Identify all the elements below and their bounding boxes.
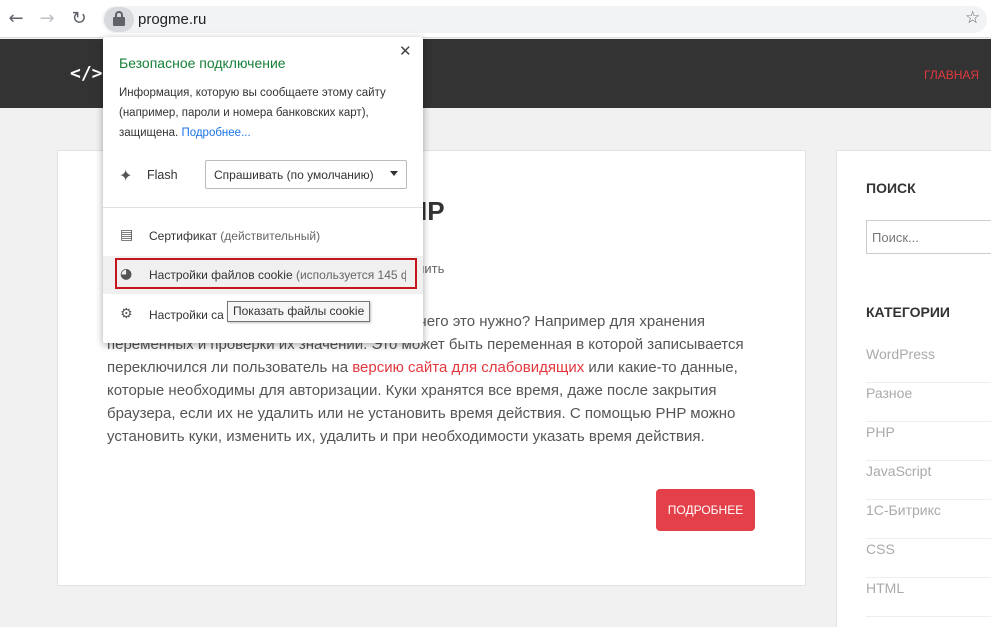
chevron-down-icon <box>390 171 398 176</box>
cookie-row-highlight-box <box>115 258 417 289</box>
connection-info: Информация, которую вы сообщаете этому с… <box>119 87 386 139</box>
nav-link-home[interactable]: ГЛАВНАЯ <box>924 68 979 82</box>
popup-divider <box>103 207 423 208</box>
certificate-status: (действительный) <box>220 229 321 243</box>
read-more-button[interactable]: ПОДРОБНЕЕ <box>656 489 755 531</box>
address-bar[interactable] <box>102 6 987 33</box>
browser-toolbar: ← → ↻ progme.ru ☆ <box>0 0 991 38</box>
connection-secure-title: Безопасное подключение <box>119 55 286 71</box>
categories-heading: КАТЕГОРИИ <box>866 304 950 320</box>
category-link-misc[interactable]: Разное <box>866 383 991 422</box>
gear-icon: ⚙ <box>120 306 133 322</box>
puzzle-icon: ✦ <box>119 166 133 185</box>
site-logo[interactable]: </> <box>70 63 103 84</box>
category-link-bitrix[interactable]: 1С-Битрикс <box>866 500 991 539</box>
forward-icon[interactable]: → <box>37 9 57 29</box>
flash-select-value: Спрашивать (по умолчанию) <box>214 168 374 182</box>
certificate-label: Сертификат <box>149 229 217 243</box>
site-info-button[interactable] <box>104 7 134 32</box>
category-link-javascript[interactable]: JavaScript <box>866 461 991 500</box>
connection-info-text: Информация, которую вы сообщаете этому с… <box>119 83 414 143</box>
cookie-tooltip: Показать файлы cookie <box>227 301 371 322</box>
certificate-icon: ▤ <box>120 227 134 243</box>
certificate-row[interactable]: Сертификат (действительный) <box>149 229 320 243</box>
category-link-css[interactable]: CSS <box>866 539 991 578</box>
accessibility-version-link[interactable]: версию сайта для слабовидящих <box>352 359 584 376</box>
search-input[interactable] <box>866 220 991 254</box>
category-link-html[interactable]: HTML <box>866 578 991 617</box>
site-settings-row[interactable]: Настройки са <box>149 308 224 322</box>
flash-label: Flash <box>147 168 178 182</box>
category-link-wordpress[interactable]: WordPress <box>866 344 991 383</box>
bookmark-star-icon[interactable]: ☆ <box>965 8 980 28</box>
learn-more-link[interactable]: Подробнее... <box>181 127 250 139</box>
search-heading: ПОИСК <box>866 180 916 196</box>
reload-icon[interactable]: ↻ <box>69 9 89 29</box>
post-title[interactable]: IP <box>420 196 445 227</box>
lock-icon-body <box>113 17 125 26</box>
site-info-popup: Безопасное подключение ✕ Информация, кот… <box>103 37 423 343</box>
category-link-php[interactable]: PHP <box>866 422 991 461</box>
close-icon[interactable]: ✕ <box>399 42 412 60</box>
url-text[interactable]: progme.ru <box>138 11 206 28</box>
flash-permission-select[interactable]: Спрашивать (по умолчанию) <box>205 160 407 189</box>
back-icon[interactable]: ← <box>6 9 26 29</box>
